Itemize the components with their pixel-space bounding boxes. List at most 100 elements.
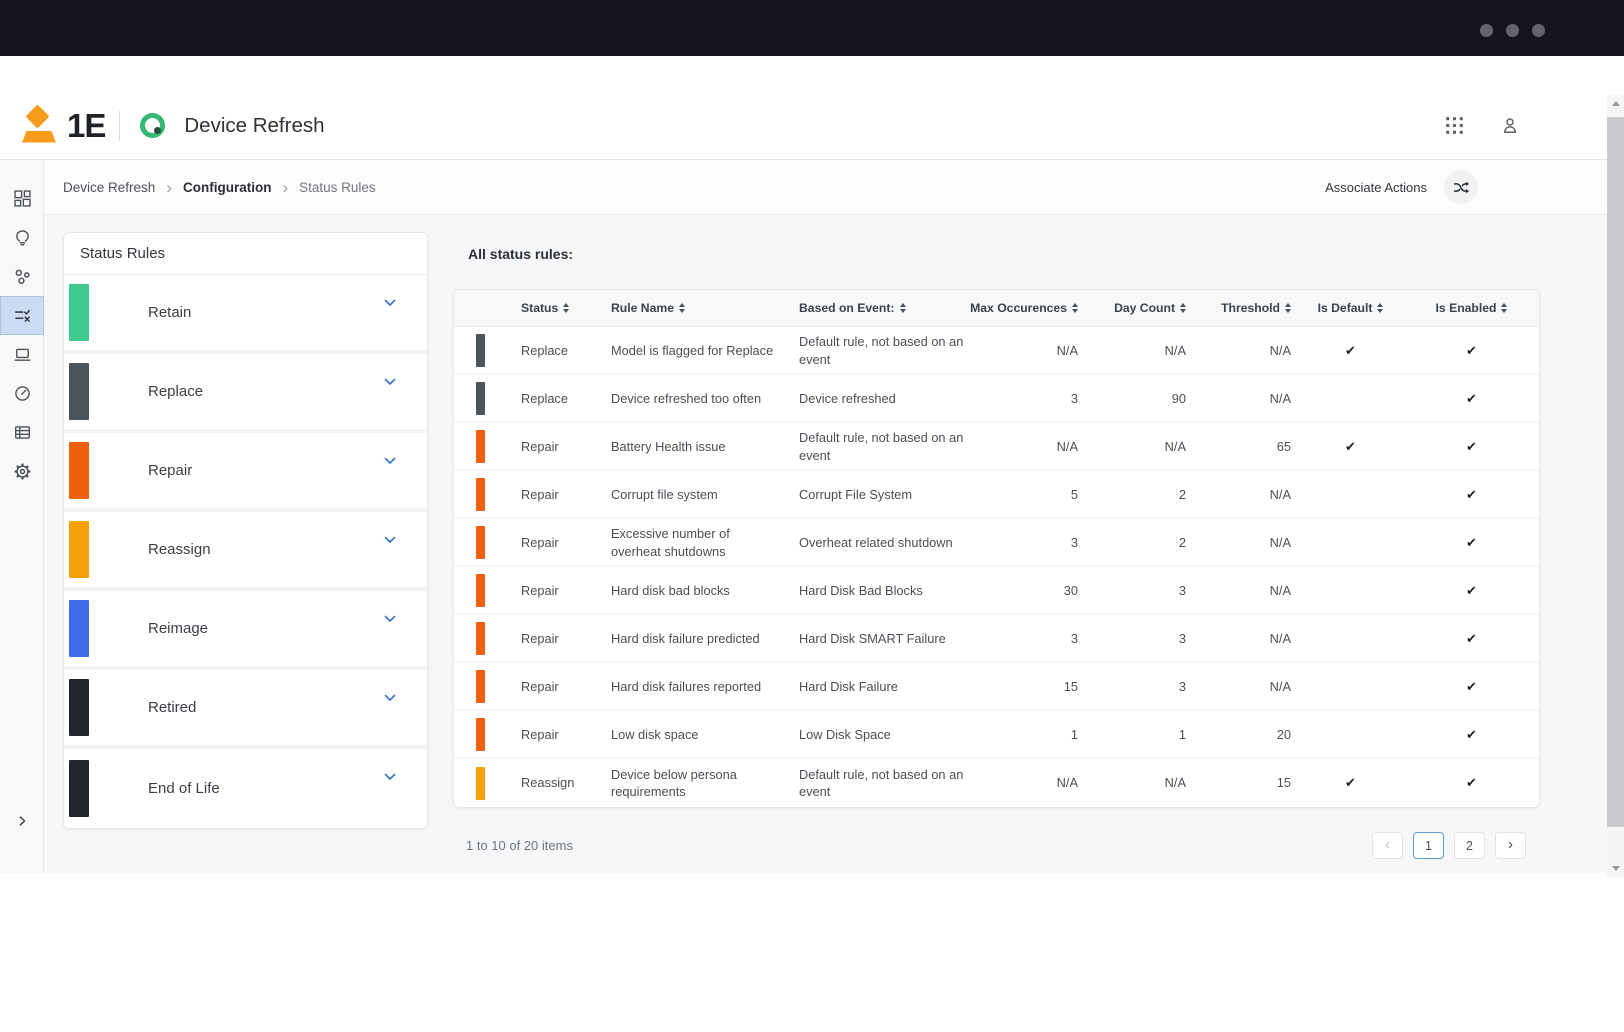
column-header[interactable]: Max Occurences [972,301,1084,315]
brand-text: 1E [67,107,105,145]
next-page-button[interactable]: › [1495,832,1526,859]
column-header-label: Based on Event: [799,301,895,315]
status-rule-item[interactable]: Retired [64,670,427,749]
sort-icon[interactable] [679,303,685,313]
scrollbar-thumb[interactable] [1607,117,1624,827]
brand-logo[interactable]: 1E [20,105,105,147]
cell-based-on-event: Default rule, not based on an event [787,423,972,470]
table-row[interactable]: Repair Hard disk bad blocks Hard Disk Ba… [454,567,1539,615]
sort-icon[interactable] [1180,303,1186,313]
cell-threshold: N/A [1192,528,1297,557]
table-row[interactable]: Replace Model is flagged for Replace Def… [454,327,1539,375]
table-row[interactable]: Repair Corrupt file system Corrupt File … [454,471,1539,519]
cell-status: Repair [499,480,599,509]
page-button[interactable]: 1 [1413,832,1444,859]
scroll-up-icon[interactable] [1607,95,1624,112]
cell-rule-name: Device refreshed too often [599,384,787,413]
sidebar-item-reports[interactable] [0,413,44,452]
table-row[interactable]: Repair Hard disk failure predicted Hard … [454,615,1539,663]
table-row[interactable]: Reassign Device below persona requiremen… [454,759,1539,807]
page-title: Device Refresh [184,114,324,138]
status-rule-item[interactable]: End of Life [64,749,427,828]
cell-status: Replace [499,336,599,365]
column-header[interactable]: Rule Name [599,301,787,315]
sort-icon[interactable] [1072,303,1078,313]
cell-max-occurences: N/A [972,336,1084,365]
chevron-down-icon[interactable] [382,769,398,785]
column-header[interactable]: Based on Event: [787,301,972,315]
column-header[interactable]: Day Count [1084,301,1192,315]
sort-icon[interactable] [1377,303,1383,313]
window-controls [1480,24,1545,37]
status-rule-item[interactable]: Reimage [64,591,427,670]
sidebar-item-connections[interactable] [0,257,44,296]
column-header[interactable]: Status [499,301,599,315]
breadcrumb-item[interactable]: Configuration [183,180,271,195]
cell-max-occurences: 15 [972,672,1084,701]
column-header[interactable]: Threshold [1192,301,1297,315]
cell-rule-name: Model is flagged for Replace [599,336,787,365]
sidebar-item-performance[interactable] [0,374,44,413]
window-dot[interactable] [1480,24,1493,37]
table-row[interactable]: Repair Excessive number of overheat shut… [454,519,1539,567]
window-titlebar [0,0,1624,56]
status-rule-item[interactable]: Reassign [64,512,427,591]
column-header-label: Status [521,301,558,315]
sidebar-item-dashboard[interactable] [0,179,44,218]
cell-is-enabled: ✔ [1404,576,1539,606]
breadcrumb-item[interactable]: Device Refresh [63,180,155,195]
chevron-down-icon[interactable] [382,690,398,706]
page-scrollbar[interactable] [1607,95,1624,877]
sort-icon[interactable] [1285,303,1291,313]
page-button[interactable]: 2 [1454,832,1485,859]
table-title: All status rules: [468,246,1540,262]
table-row[interactable]: Replace Device refreshed too often Devic… [454,375,1539,423]
cell-day-count: 2 [1084,528,1192,557]
sidebar-item-insights[interactable] [0,218,44,257]
sort-icon[interactable] [563,303,569,313]
cell-day-count: N/A [1084,768,1192,797]
main-area: Device Refresh›Configuration›Status Rule… [44,160,1624,873]
window-dot[interactable] [1532,24,1545,37]
associate-actions-shuffle-button[interactable] [1444,170,1478,204]
status-color-bar [476,622,485,655]
table-row[interactable]: Repair Low disk space Low Disk Space 1 1… [454,711,1539,759]
status-color-bar [476,767,485,800]
status-rule-label: Retain [148,304,191,321]
column-header[interactable]: Is Default [1297,301,1404,315]
cell-max-occurences: N/A [972,432,1084,461]
status-rule-label: End of Life [148,780,220,797]
sidebar-item-devices[interactable] [0,335,44,374]
pagination-pages: 12 [1413,832,1485,859]
cell-is-default [1297,681,1404,693]
cell-day-count: 1 [1084,720,1192,749]
table-row[interactable]: Repair Battery Health issue Default rule… [454,423,1539,471]
prev-page-button[interactable]: ‹ [1372,832,1403,859]
status-rule-item[interactable]: Repair [64,433,427,512]
column-header[interactable]: Is Enabled [1404,301,1539,315]
window-dot[interactable] [1506,24,1519,37]
sidebar-expand-button[interactable] [0,811,44,831]
status-color-bar [69,679,89,736]
sort-icon[interactable] [1501,303,1507,313]
chevron-down-icon[interactable] [382,453,398,469]
table-row[interactable]: Repair Hard disk failures reported Hard … [454,663,1539,711]
sidebar-item-settings[interactable] [0,452,44,491]
shuffle-icon [1453,179,1470,196]
status-rule-item[interactable]: Replace [64,354,427,433]
sidebar-item-status-rules[interactable] [0,296,44,335]
rules-table: Status Rule Name Based on Event: Max Occ… [453,289,1540,808]
sort-icon[interactable] [900,303,906,313]
chevron-down-icon[interactable] [382,295,398,311]
apps-grid-icon[interactable] [1445,116,1464,135]
chevron-down-icon[interactable] [382,611,398,627]
scroll-down-icon[interactable] [1607,860,1624,877]
chevron-down-icon[interactable] [382,532,398,548]
status-rule-item[interactable]: Retain [64,275,427,354]
cell-max-occurences: 5 [972,480,1084,509]
user-icon[interactable] [1500,116,1520,136]
content-area: Status Rules Retain Replace Repair Reass… [44,215,1624,873]
chevron-down-icon[interactable] [382,374,398,390]
app-logo-icon [140,113,165,138]
associate-actions-button[interactable]: Associate Actions [1325,180,1427,195]
